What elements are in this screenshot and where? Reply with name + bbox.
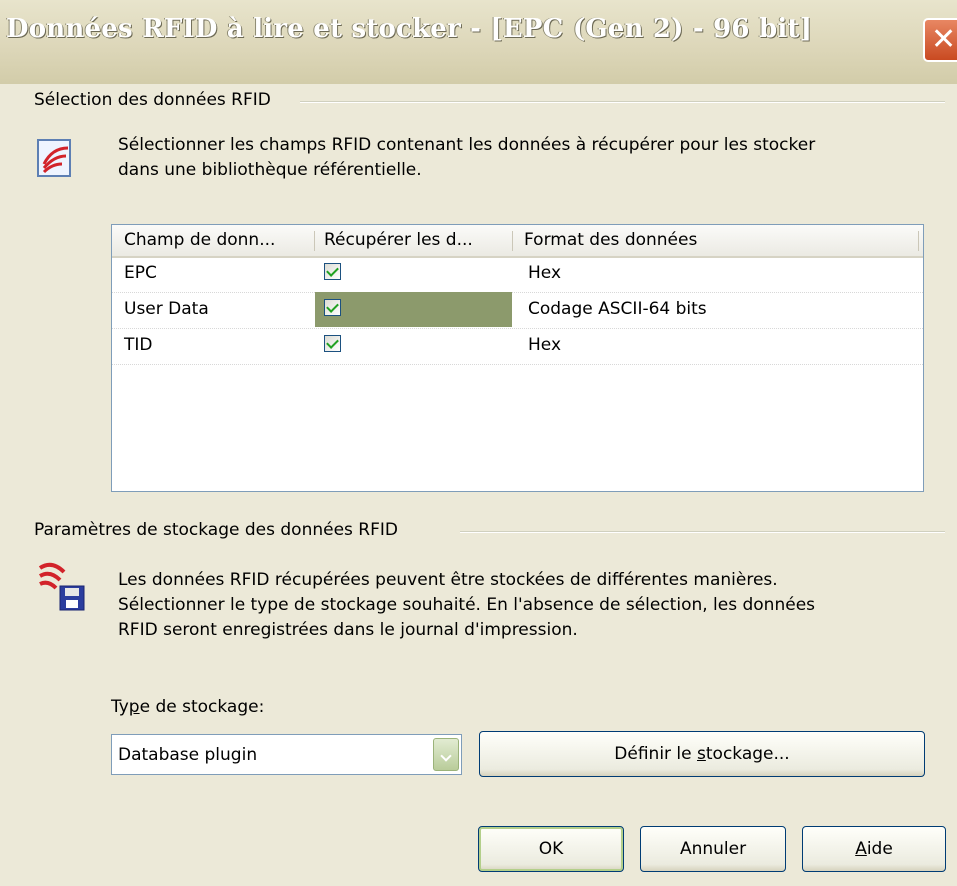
- column-header-field[interactable]: Champ de donn...: [124, 230, 312, 250]
- table-row[interactable]: User Data Codage ASCII-64 bits: [112, 292, 923, 329]
- chevron-down-icon[interactable]: [433, 738, 459, 771]
- close-icon: ✕: [931, 22, 957, 57]
- help-label-mnemonic: A: [855, 839, 867, 859]
- storage-description-line3: RFID seront enregistrées dans le journal…: [118, 620, 578, 640]
- field-cell: EPC: [124, 263, 157, 283]
- help-button[interactable]: Aide: [802, 826, 946, 872]
- rfid-signal-document-icon: [37, 139, 71, 177]
- cancel-button[interactable]: Annuler: [640, 826, 786, 872]
- column-header-format[interactable]: Format des données: [524, 230, 904, 250]
- column-separator[interactable]: [314, 231, 315, 251]
- storage-type-label: Type de stockage:: [111, 697, 264, 717]
- retrieve-checkbox[interactable]: [324, 263, 341, 280]
- rfid-signal-floppy-icon: [38, 562, 85, 611]
- selection-description-line2: dans une bibliothèque référentielle.: [118, 160, 422, 180]
- storage-description-line1: Les données RFID récupérées peuvent être…: [118, 570, 778, 590]
- selection-group-label: Sélection des données RFID: [34, 90, 279, 110]
- retrieve-checkbox[interactable]: [324, 299, 341, 316]
- field-cell: TID: [124, 335, 153, 355]
- storage-type-select[interactable]: Database plugin: [111, 734, 462, 775]
- selection-description: Sélectionner les champs RFID contenant l…: [118, 133, 815, 183]
- define-storage-label-part: Définir le: [614, 744, 698, 764]
- define-storage-button[interactable]: Définir le stockage...: [479, 731, 925, 777]
- selection-group-divider: [300, 101, 945, 103]
- storage-description: Les données RFID récupérées peuvent être…: [118, 568, 815, 643]
- format-cell: Hex: [528, 263, 562, 283]
- storage-type-value: Database plugin: [118, 745, 258, 765]
- column-separator[interactable]: [512, 231, 513, 251]
- column-header-retrieve[interactable]: Récupérer les d...: [324, 230, 510, 250]
- define-storage-label-mnemonic: s: [697, 744, 706, 764]
- storage-type-label-part: e de stockage:: [139, 697, 265, 717]
- title-bar[interactable]: Données RFID à lire et stocker - [EPC (G…: [0, 0, 957, 84]
- storage-type-label-mnemonic: p: [128, 697, 140, 717]
- column-separator[interactable]: [918, 231, 919, 251]
- storage-group-divider: [460, 531, 945, 533]
- table-row[interactable]: TID Hex: [112, 328, 923, 365]
- rfid-fields-table[interactable]: Champ de donn... Récupérer les d... Form…: [111, 224, 924, 492]
- table-row[interactable]: EPC Hex: [112, 256, 923, 293]
- storage-description-line2: Sélectionner le type de stockage souhait…: [118, 595, 816, 615]
- retrieve-checkbox[interactable]: [324, 335, 341, 352]
- table-header: Champ de donn... Récupérer les d... Form…: [112, 225, 923, 258]
- format-cell: Hex: [528, 335, 562, 355]
- help-label-part: ide: [866, 839, 893, 859]
- define-storage-label-part: tockage...: [705, 744, 790, 764]
- selection-description-line1: Sélectionner les champs RFID contenant l…: [118, 135, 816, 155]
- format-cell: Codage ASCII-64 bits: [528, 299, 707, 319]
- storage-type-label-part: Ty: [111, 697, 129, 717]
- close-button[interactable]: ✕: [923, 18, 957, 62]
- storage-group-label: Paramètres de stockage des données RFID: [34, 520, 406, 540]
- field-cell: User Data: [124, 299, 209, 319]
- ok-button[interactable]: OK: [478, 826, 624, 872]
- selected-cell-highlight: [315, 292, 512, 327]
- window-title: Données RFID à lire et stocker - [EPC (G…: [6, 14, 813, 44]
